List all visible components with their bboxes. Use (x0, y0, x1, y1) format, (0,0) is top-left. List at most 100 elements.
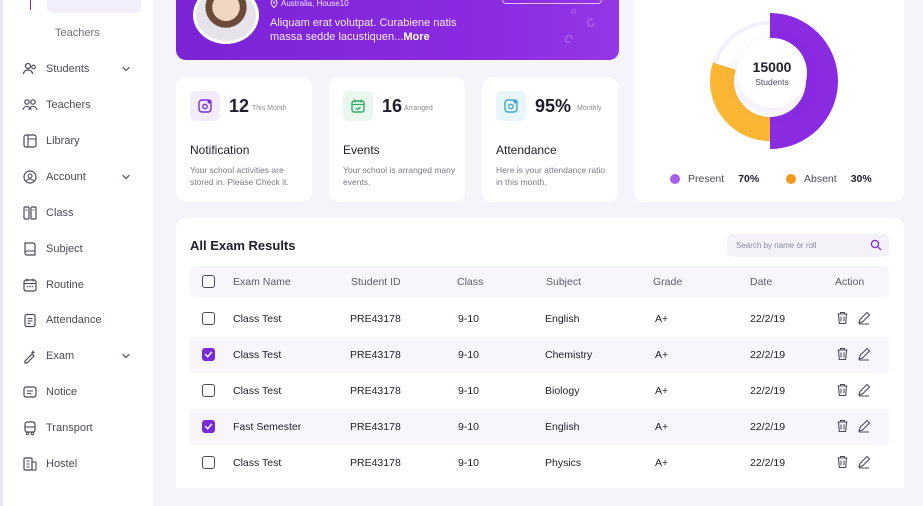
stat-period: Arranged (404, 105, 433, 112)
events-icon (343, 91, 373, 121)
edit-icon[interactable] (857, 347, 871, 361)
sidebar-item-transport[interactable]: Transport (22, 419, 137, 437)
exam-icon (22, 348, 38, 364)
cell-date: 22/2/19 (750, 313, 786, 325)
edit-icon[interactable] (857, 383, 871, 397)
column-header: Exam Name (233, 276, 291, 288)
cell-student-id: PRE43178 (350, 457, 401, 469)
cell-student-id: PRE43178 (350, 349, 401, 361)
search-icon[interactable] (870, 239, 882, 251)
check-icon (204, 423, 213, 430)
sidebar-item-label: Notice (46, 386, 78, 398)
row-checkbox[interactable] (202, 456, 215, 469)
sidebar-item-hostel[interactable]: Hostel (22, 455, 137, 473)
trash-icon[interactable] (836, 383, 849, 397)
section-title: All Exam Results (190, 238, 296, 253)
location-text: Australia, House10 (270, 0, 349, 8)
location-pin-icon (270, 0, 278, 8)
sidebar-item-label: Hostel (46, 458, 78, 470)
cell-student-id: PRE43178 (350, 313, 401, 325)
chevron-down-icon[interactable] (121, 351, 131, 361)
sidebar-item-class[interactable]: Class (22, 204, 137, 222)
stat-description: Your school activities are stored in. Pl… (190, 165, 289, 187)
cell-subject: Biology (545, 385, 580, 397)
cell-subject: Chemistry (545, 349, 593, 361)
notification-icon (190, 91, 220, 121)
trash-icon[interactable] (836, 419, 849, 433)
cell-student-id: PRE43178 (350, 385, 401, 397)
sidebar-item-account[interactable]: Account (22, 168, 137, 186)
sidebar-item-library[interactable]: Library (22, 132, 137, 150)
cell-class: 9-10 (458, 313, 480, 325)
stat-value: 16 (382, 96, 403, 116)
cell-grade: A+ (655, 349, 669, 361)
attendance-icon (496, 91, 526, 121)
sidebar: Teachers Students Teachers Library Account C… (0, 0, 153, 506)
students-total-label: Students (755, 77, 789, 87)
edit-icon[interactable] (857, 419, 871, 433)
table-row[interactable]: Class Test PRE43178 9-10 Biology A+ 22/2/19 (190, 373, 889, 409)
stat-period: Monthly (577, 105, 602, 112)
row-checkbox[interactable] (202, 420, 215, 433)
column-header: Class (457, 276, 484, 288)
sidebar-item-label: Teachers (46, 99, 91, 111)
cell-student-id: PRE43178 (350, 421, 401, 433)
sidebar-item-teachers[interactable]: Teachers (22, 96, 137, 114)
stat-title: Attendance (496, 143, 557, 157)
decoration-shape: o (571, 6, 577, 16)
cell-subject: English (545, 421, 580, 433)
stat-card-notification[interactable]: 12 This Month Notification Your school acti… (176, 77, 312, 202)
edit-icon[interactable] (857, 455, 871, 469)
table-row[interactable]: Fast Semester PRE43178 9-10 English A+ 22/2/1… (190, 409, 889, 445)
sidebar-item-subject[interactable]: Subject (22, 240, 137, 258)
active-submenu-item[interactable] (47, 0, 141, 13)
cell-exam-name: Class Test (233, 385, 282, 397)
stat-description: Here is your attendance ratio in this mo… (496, 165, 606, 187)
sidebar-item-students[interactable]: Students (22, 60, 137, 78)
stat-card-events[interactable]: 16 Arranged Events Your school is arranged … (329, 77, 465, 202)
cell-grade: A+ (655, 313, 669, 325)
sidebar-item-exam[interactable]: Exam (22, 347, 137, 365)
banner-message: Aliquam erat volutpat. Curabiene natis m… (270, 16, 470, 44)
table-header: Exam Name Student ID Class Subject Grade… (190, 266, 889, 297)
welcome-banner: Australia, House10 Aliquam erat volutpat… (176, 0, 619, 60)
building-icon (22, 456, 38, 472)
chevron-down-icon[interactable] (121, 172, 131, 182)
table-row[interactable]: Class Test PRE43178 9-10 Chemistry A+ 22/2/19 (190, 337, 889, 373)
sidebar-item-routine[interactable]: Routine (22, 276, 137, 294)
table-row[interactable]: Class Test PRE43178 9-10 English A+ 22/2/19 (190, 301, 889, 337)
cell-class: 9-10 (458, 421, 480, 433)
stat-card-attendance[interactable]: 95% Monthly Attendance Here is your attenda… (482, 77, 618, 202)
edit-icon[interactable] (857, 311, 871, 325)
trash-icon[interactable] (836, 311, 849, 325)
cell-exam-name: Class Test (233, 457, 282, 469)
sidebar-item-notice[interactable]: Notice (22, 383, 137, 401)
stat-description: Your school is arranged many events. (343, 165, 456, 187)
banner-button[interactable] (502, 0, 602, 4)
sidebar-item-label: Exam (46, 350, 75, 362)
cell-grade: A+ (655, 421, 669, 433)
cell-subject: Physics (545, 457, 582, 469)
clipboard-icon (22, 312, 38, 328)
column-header: Student ID (351, 276, 401, 288)
trash-icon[interactable] (836, 347, 849, 361)
sidebar-item-attendance[interactable]: Attendance (22, 311, 137, 329)
submenu-item-teachers[interactable]: Teachers (55, 27, 100, 39)
row-checkbox[interactable] (202, 312, 215, 325)
calendar-icon (22, 277, 38, 293)
column-header: Subject (546, 276, 582, 288)
cell-class: 9-10 (458, 349, 480, 361)
row-checkbox[interactable] (202, 384, 215, 397)
students-total: 15000 Students (737, 38, 807, 108)
library-icon (22, 133, 38, 149)
column-header: Grade (653, 276, 683, 288)
row-checkbox[interactable] (202, 348, 215, 361)
students-total-value: 15000 (752, 59, 792, 75)
select-all-checkbox[interactable] (202, 275, 215, 288)
search-input[interactable]: Search by name or roll (727, 234, 889, 257)
trash-icon[interactable] (836, 455, 849, 469)
more-link[interactable]: More (403, 31, 429, 43)
table-row[interactable]: Class Test PRE43178 9-10 Physics A+ 22/2/19 (190, 445, 889, 481)
sidebar-item-label: Attendance (46, 314, 102, 326)
chevron-down-icon[interactable] (121, 64, 131, 74)
